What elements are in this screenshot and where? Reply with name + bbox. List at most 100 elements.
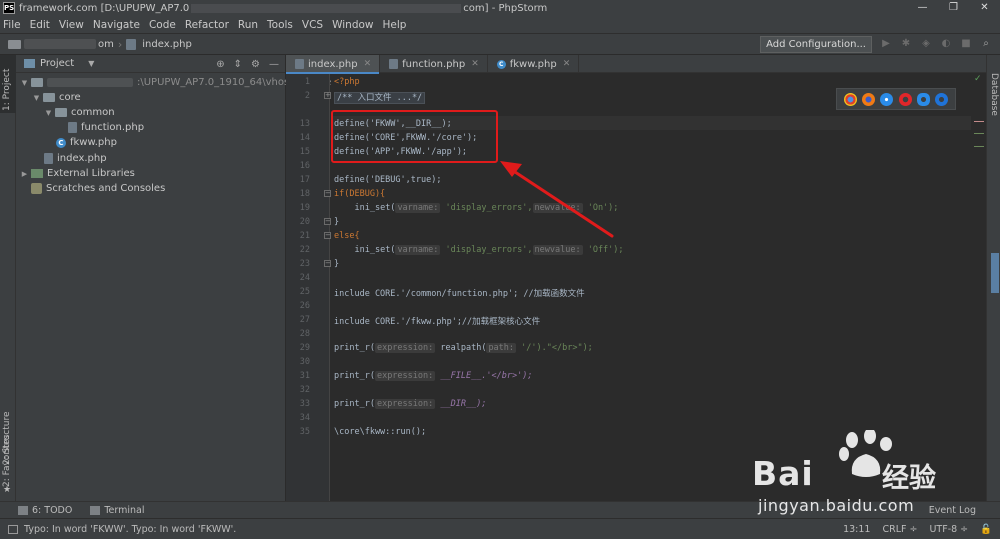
code-line-21: else{ [334,231,360,241]
tab-index-php[interactable]: index.php ✕ [286,55,381,74]
code-line-17: define('DEBUG',true); [334,175,442,185]
code-line-27: include CORE.'/fkww.php';//加载框架核心文件 [334,317,541,327]
menu-code[interactable]: Code [149,19,176,31]
database-tool-label[interactable]: Database [989,73,999,116]
left-tool-strip: 1: Project 2: Structure 2: Favorites ★ [0,55,16,501]
param-hint-expression: expression: [374,399,436,409]
tab-function-php[interactable]: function.php ✕ [380,55,488,73]
redacted-root-name [47,78,133,87]
menu-tools[interactable]: Tools [267,19,293,31]
tree-file-index[interactable]: index.php [42,151,107,166]
line-number: 32 [299,385,310,395]
edge-icon[interactable] [935,92,949,106]
firefox-icon[interactable] [861,92,875,106]
locate-icon[interactable]: ⊕ [216,59,224,70]
project-icon [24,59,35,68]
run-icon[interactable]: ▶ [880,38,892,50]
menu-run[interactable]: Run [238,19,258,31]
line-separator[interactable]: CRLF ÷ [882,524,917,535]
safari-icon[interactable] [880,92,894,106]
fold-collapse-icon[interactable]: − [324,232,331,239]
line-number: 15 [299,147,310,157]
hide-icon[interactable]: — [269,59,279,70]
string-display-errors: 'display_errors', [445,245,533,255]
profile-icon[interactable]: ◐ [940,38,952,50]
menu-view[interactable]: View [59,19,84,31]
terminal-label: Terminal [104,504,145,516]
fold-expand-icon[interactable]: + [324,92,331,99]
tab-label: index.php [308,58,358,70]
change-marker[interactable] [974,146,984,147]
php-class-icon: C [56,137,66,148]
tab-label: fkww.php [509,58,557,70]
code-line-35: \core\fkww::run(); [334,427,427,437]
tree-external-libraries[interactable]: ▶ External Libraries [20,166,135,181]
search-everywhere-icon[interactable]: ⌕ [980,38,992,50]
breadcrumb-project[interactable]: om [98,39,114,50]
line-number: 22 [299,245,310,255]
tree-folder-common[interactable]: ▼ common [44,105,115,120]
coverage-icon[interactable]: ◈ [920,38,932,50]
menu-file[interactable]: File [3,19,21,31]
fold-end-icon[interactable]: − [324,218,331,225]
tree-file-function[interactable]: function.php [66,120,144,135]
minimize-button[interactable]: — [907,0,938,16]
menu-edit[interactable]: Edit [30,19,50,31]
tree-folder-core[interactable]: ▼ core [32,90,81,105]
caret-position[interactable]: 13:11 [843,524,870,535]
tool-windows-icon[interactable] [8,524,18,534]
debug-icon[interactable]: ✱ [900,38,912,50]
php-file-icon [68,122,77,133]
todo-tool-button[interactable]: 6: TODO [18,505,72,516]
scratches-icon [31,183,42,194]
menu-help[interactable]: Help [383,19,407,31]
change-marker[interactable] [974,133,984,134]
project-panel-title[interactable]: Project [40,58,74,69]
typo-marker[interactable] [974,121,984,122]
ini-set-call: ini_set( [354,245,396,255]
file-encoding[interactable]: UTF-8 ÷ [929,524,968,535]
chevron-down-icon[interactable]: ▼ [88,59,94,68]
menu-window[interactable]: Window [332,19,373,31]
project-tool-label[interactable]: 1: Project [2,69,12,111]
chrome-icon[interactable] [843,92,857,106]
breadcrumb-file[interactable]: index.php [142,39,192,50]
stop-icon[interactable]: ■ [960,38,972,50]
ie-icon[interactable] [916,92,930,106]
close-icon[interactable]: ✕ [471,59,479,69]
fold-collapse-icon[interactable]: − [324,190,331,197]
opera-icon[interactable] [898,92,912,106]
maximize-button[interactable]: ❐ [938,0,969,16]
fold-end-icon[interactable]: − [324,260,331,267]
menu-vcs[interactable]: VCS [302,19,323,31]
tab-fkww-php[interactable]: C fkww.php ✕ [488,55,580,73]
param-hint-newvalue: newvalue: [532,245,583,255]
tree-root[interactable]: ▼ :\UPUPW_AP7.0_1910_64\vhosts\frame [20,75,332,90]
php-file-icon [295,59,304,69]
right-tool-strip: Database [986,55,1000,501]
status-bar: Typo: In word 'FKWW'. Typo: In word 'FKW… [0,518,1000,539]
menu-navigate[interactable]: Navigate [93,19,140,31]
close-button[interactable]: ✕ [969,0,1000,16]
tree-scratches[interactable]: Scratches and Consoles [29,181,165,196]
close-icon[interactable]: ✕ [364,59,372,69]
tree-file-fkww[interactable]: C fkww.php [54,135,117,150]
terminal-tool-button[interactable]: Terminal [90,504,145,516]
watermark-brand-cn: 经验 [882,463,936,494]
folded-comment[interactable]: /** 入口文件 ...*/ [334,92,426,104]
project-panel: Project ▼ ⊕ ⇕ ⚙ — ▼ :\UPUPW_AP7.0_1910_6… [16,55,331,501]
line-number: 14 [299,133,310,143]
param-hint-expression: expression: [374,371,436,381]
status-widgets: 13:11 CRLF ÷ UTF-8 ÷ 🔓 [831,519,992,539]
todo-label: 6: TODO [32,504,73,516]
favorites-tool-label[interactable]: 2: Favorites [2,435,12,487]
close-icon[interactable]: ✕ [563,59,571,69]
lock-icon[interactable]: 🔓 [980,524,992,535]
code-line-22: ini_set(varname: 'display_errors', newval… [334,245,624,255]
gear-icon[interactable]: ⚙ [251,59,260,70]
add-configuration-button[interactable]: Add Configuration... [760,35,872,53]
param-hint-newvalue: newvalue: [532,203,583,213]
collapse-all-icon[interactable]: ⇕ [234,59,242,70]
code-line-25: include CORE.'/common/function.php'; //加… [334,289,585,299]
menu-refactor[interactable]: Refactor [185,19,229,31]
